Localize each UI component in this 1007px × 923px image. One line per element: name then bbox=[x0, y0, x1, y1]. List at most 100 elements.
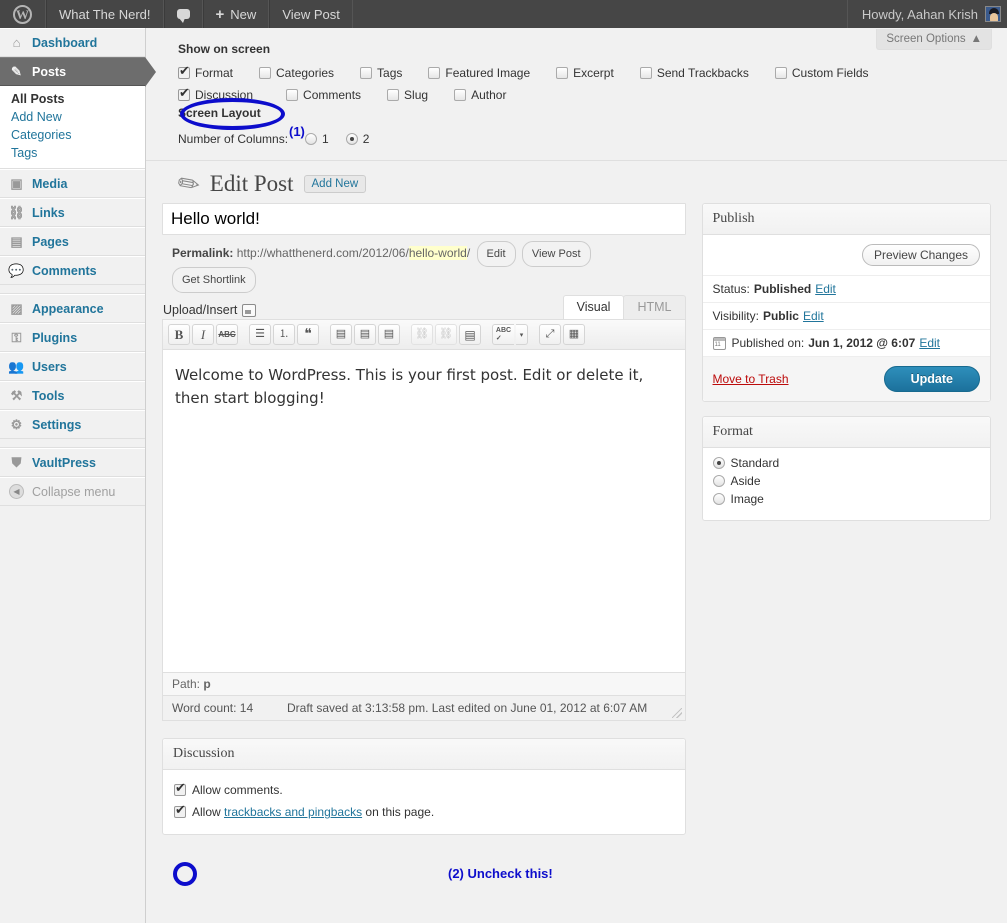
sidebar-item-categories[interactable]: Categories bbox=[0, 126, 145, 144]
checkbox-featured-image[interactable]: Featured Image bbox=[428, 66, 530, 80]
format-postbox: Format Standard Aside Image bbox=[702, 416, 992, 521]
editor-path-bar: Path: p bbox=[163, 672, 685, 695]
radio-icon[interactable] bbox=[713, 475, 725, 487]
radio-format-image[interactable]: Image bbox=[713, 492, 981, 506]
sidebar-item-vaultpress[interactable]: ⛊ VaultPress bbox=[0, 448, 145, 477]
strikethrough-icon[interactable]: ABC bbox=[216, 324, 238, 345]
sidebar-item-dashboard[interactable]: ⌂ Dashboard bbox=[0, 28, 145, 57]
post-title-input[interactable]: Hello world! bbox=[162, 203, 686, 235]
users-icon: 👥 bbox=[8, 359, 25, 375]
edit-visibility-link[interactable]: Edit bbox=[803, 309, 824, 323]
spellcheck-icon[interactable]: ABC✓ bbox=[492, 324, 514, 345]
ordered-list-icon[interactable]: ⒈ bbox=[273, 324, 295, 345]
checkbox-allow-pings-icon[interactable] bbox=[174, 806, 186, 818]
radio-format-standard[interactable]: Standard bbox=[713, 456, 981, 470]
checkbox-icon[interactable] bbox=[178, 89, 190, 101]
new-content-menu[interactable]: + New bbox=[203, 0, 270, 28]
checkbox-icon[interactable] bbox=[454, 89, 466, 101]
fullscreen-icon[interactable]: ⤢ bbox=[539, 324, 561, 345]
format-postbox-title: Format bbox=[703, 417, 991, 448]
checkbox-allow-comments[interactable]: Allow comments. bbox=[174, 779, 674, 801]
screen-options-tab[interactable]: Screen Options ▲ bbox=[876, 29, 992, 50]
unordered-list-icon[interactable]: ☰ bbox=[249, 324, 271, 345]
view-post-button[interactable]: View Post bbox=[522, 241, 591, 267]
checkbox-icon[interactable] bbox=[259, 67, 271, 79]
trackbacks-pingbacks-link[interactable]: trackbacks and pingbacks bbox=[224, 805, 362, 819]
sidebar-item-add-new[interactable]: Add New bbox=[0, 108, 145, 126]
checkbox-icon[interactable] bbox=[556, 67, 568, 79]
sidebar-item-collapse-menu[interactable]: ◀ Collapse menu bbox=[0, 477, 145, 506]
radio-icon[interactable] bbox=[305, 133, 317, 145]
align-right-icon[interactable]: ▤ bbox=[378, 324, 400, 345]
checkbox-icon[interactable] bbox=[174, 784, 186, 796]
bold-icon[interactable]: B bbox=[168, 324, 190, 345]
get-shortlink-button[interactable]: Get Shortlink bbox=[172, 267, 256, 293]
site-name-menu[interactable]: What The Nerd! bbox=[46, 0, 164, 28]
kitchen-sink-icon[interactable]: ▦ bbox=[563, 324, 585, 345]
sidebar-item-pages[interactable]: ▤ Pages bbox=[0, 227, 145, 256]
radio-icon[interactable] bbox=[713, 493, 725, 505]
sidebar-item-posts[interactable]: ✎ Posts bbox=[0, 57, 145, 86]
italic-icon[interactable]: I bbox=[192, 324, 214, 345]
checkbox-custom-fields[interactable]: Custom Fields bbox=[775, 66, 869, 80]
checkbox-comments[interactable]: Comments bbox=[286, 88, 361, 102]
move-to-trash-link[interactable]: Move to Trash bbox=[713, 372, 789, 386]
checkbox-slug[interactable]: Slug bbox=[387, 88, 428, 102]
radio-columns-1[interactable]: 1 bbox=[305, 132, 329, 146]
blockquote-icon[interactable]: ❝ bbox=[297, 324, 319, 345]
sidebar-item-media[interactable]: ▣ Media bbox=[0, 169, 145, 198]
radio-icon[interactable] bbox=[346, 133, 358, 145]
add-media-icon[interactable] bbox=[242, 304, 256, 317]
tab-html[interactable]: HTML bbox=[623, 295, 685, 319]
edit-status-link[interactable]: Edit bbox=[815, 282, 836, 296]
sidebar-item-links[interactable]: ⛓ Links bbox=[0, 198, 145, 227]
resize-handle-icon[interactable] bbox=[672, 708, 682, 718]
pin-icon: ✎ bbox=[8, 64, 25, 80]
tab-visual[interactable]: Visual bbox=[563, 295, 625, 319]
media-icon: ▣ bbox=[8, 176, 25, 192]
wordpress-logo-menu[interactable]: W bbox=[0, 0, 46, 28]
sidebar-item-comments[interactable]: 💬 Comments bbox=[0, 256, 145, 285]
sidebar-item-settings[interactable]: ⚙ Settings bbox=[0, 410, 145, 439]
checkbox-label: Custom Fields bbox=[792, 66, 869, 80]
sidebar-item-all-posts[interactable]: All Posts bbox=[0, 90, 145, 108]
checkbox-tags[interactable]: Tags bbox=[360, 66, 402, 80]
checkbox-icon[interactable] bbox=[286, 89, 298, 101]
radio-columns-2[interactable]: 2 bbox=[346, 132, 370, 146]
comments-bubble-menu[interactable] bbox=[164, 0, 203, 28]
checkbox-excerpt[interactable]: Excerpt bbox=[556, 66, 614, 80]
sidebar-item-tools[interactable]: ⚒ Tools bbox=[0, 381, 145, 410]
checkbox-author[interactable]: Author bbox=[454, 88, 506, 102]
checkbox-categories[interactable]: Categories bbox=[259, 66, 334, 80]
checkbox-icon[interactable] bbox=[775, 67, 787, 79]
insert-more-tag-icon[interactable]: ▤ bbox=[459, 324, 481, 345]
update-button[interactable]: Update bbox=[884, 366, 980, 392]
checkbox-label: Categories bbox=[276, 66, 334, 80]
checkbox-icon[interactable] bbox=[428, 67, 440, 79]
checkbox-icon[interactable] bbox=[360, 67, 372, 79]
spellcheck-dropdown-icon[interactable]: ▾ bbox=[516, 324, 528, 345]
edit-slug-button[interactable]: Edit bbox=[477, 241, 516, 267]
radio-format-aside[interactable]: Aside bbox=[713, 474, 981, 488]
checkbox-icon[interactable] bbox=[640, 67, 652, 79]
edit-published-date-link[interactable]: Edit bbox=[919, 336, 940, 350]
checkbox-discussion[interactable]: Discussion bbox=[178, 88, 253, 102]
align-center-icon[interactable]: ▤ bbox=[354, 324, 376, 345]
add-new-button[interactable]: Add New bbox=[304, 175, 367, 193]
radio-icon[interactable] bbox=[713, 457, 725, 469]
upload-insert-group[interactable]: Upload/Insert bbox=[163, 303, 256, 319]
sidebar-item-appearance[interactable]: ▨ Appearance bbox=[0, 294, 145, 323]
checkbox-send-trackbacks[interactable]: Send Trackbacks bbox=[640, 66, 749, 80]
sidebar-item-users[interactable]: 👥 Users bbox=[0, 352, 145, 381]
editor-content-area[interactable]: Welcome to WordPress. This is your first… bbox=[163, 350, 685, 672]
sidebar-item-label: Plugins bbox=[32, 331, 77, 345]
my-account-menu[interactable]: Howdy, Aahan Krish bbox=[847, 0, 1007, 28]
sidebar-item-tags[interactable]: Tags bbox=[0, 144, 145, 162]
checkbox-icon[interactable] bbox=[387, 89, 399, 101]
preview-changes-button[interactable]: Preview Changes bbox=[862, 244, 980, 266]
sidebar-item-plugins[interactable]: ⚿ Plugins bbox=[0, 323, 145, 352]
checkbox-format[interactable]: Format bbox=[178, 66, 233, 80]
align-left-icon[interactable]: ▤ bbox=[330, 324, 352, 345]
view-post-menu[interactable]: View Post bbox=[269, 0, 353, 28]
checkbox-icon[interactable] bbox=[178, 67, 190, 79]
